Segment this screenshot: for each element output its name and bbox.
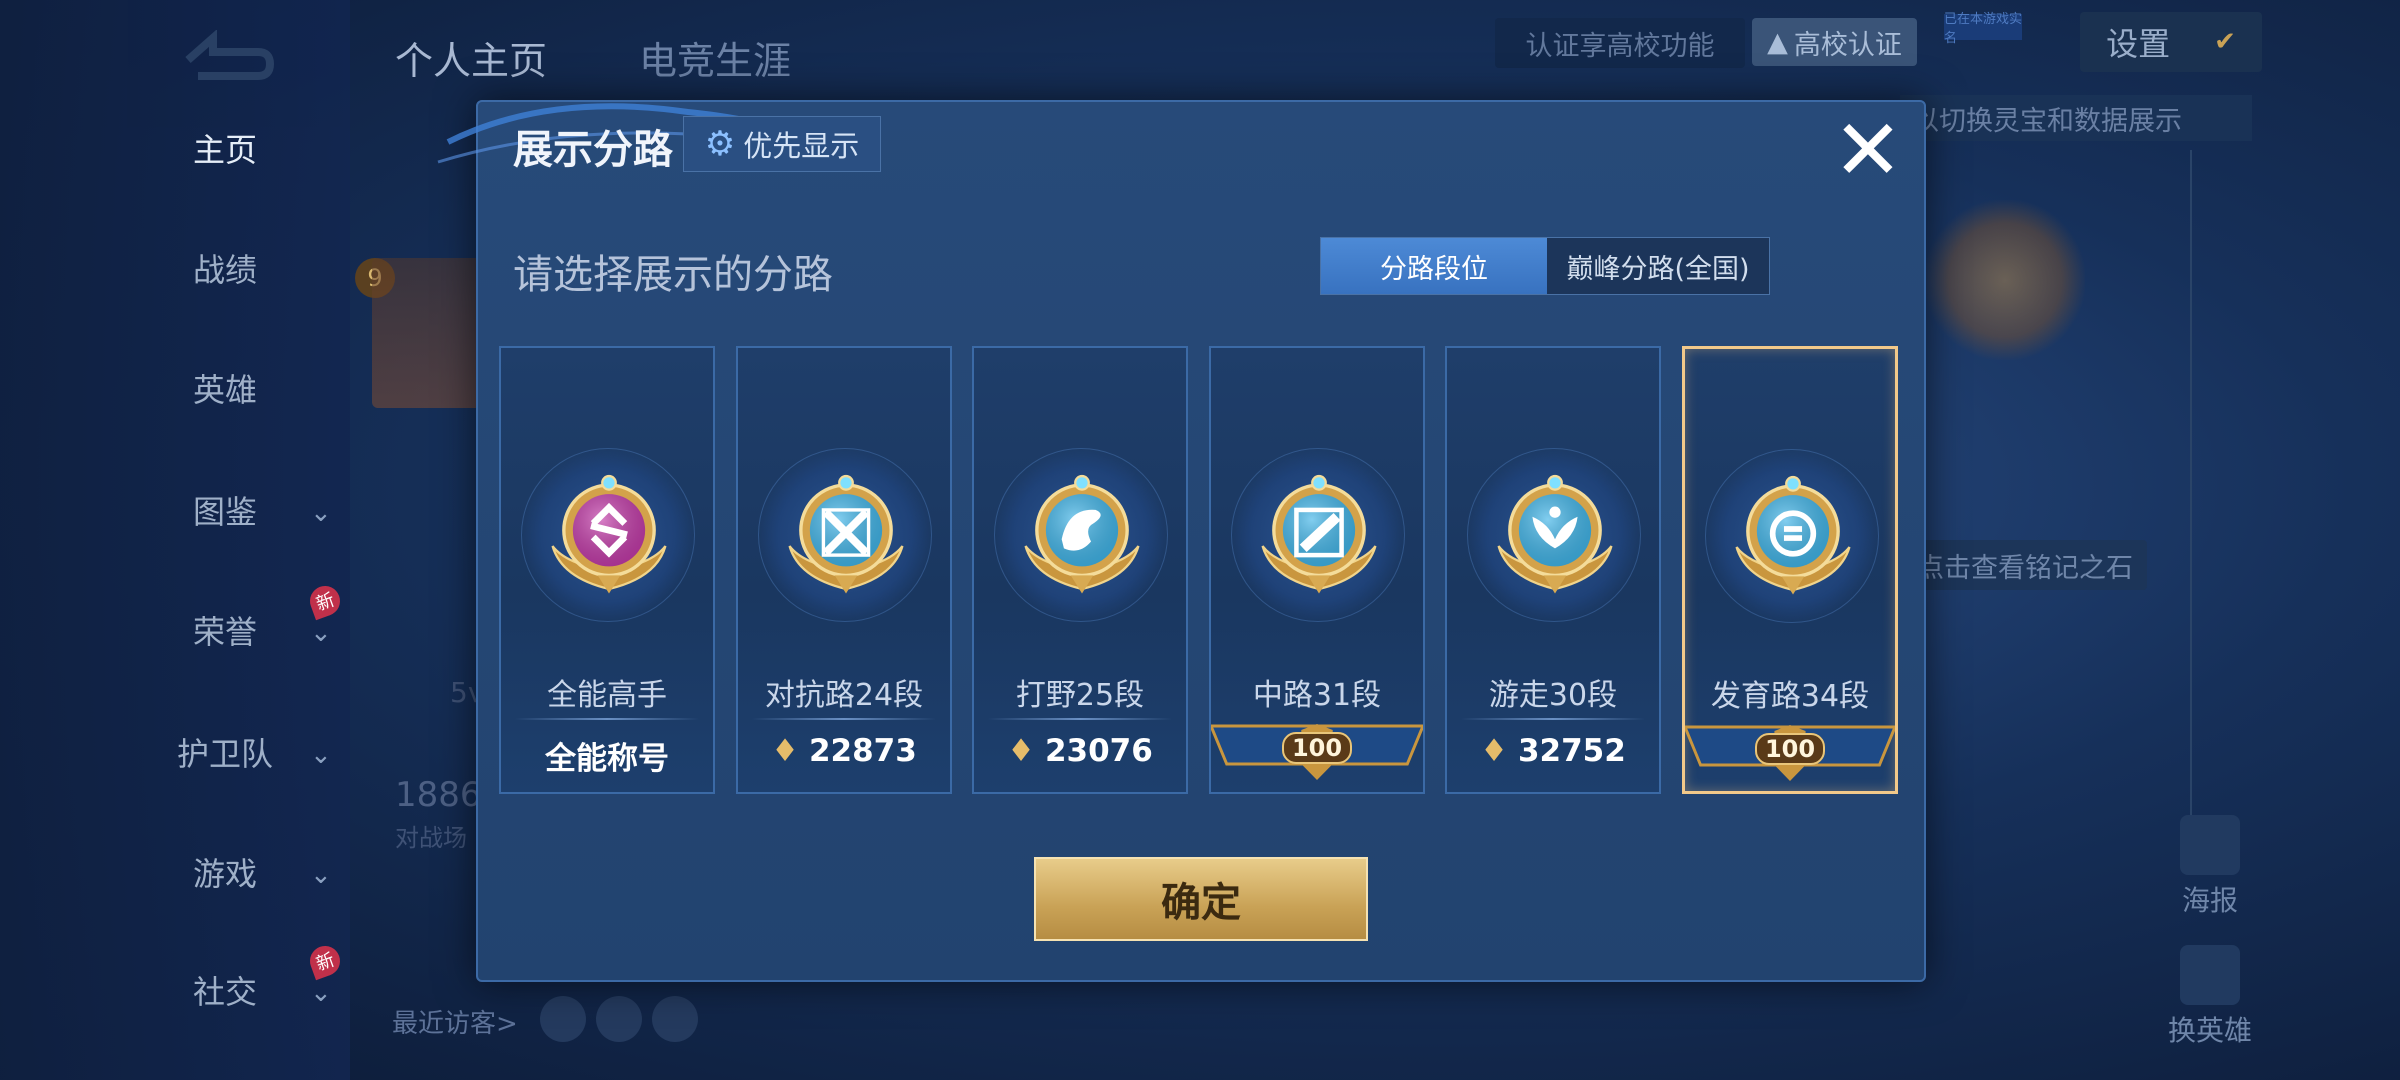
peak-points: ♦ 23076 (1007, 733, 1153, 769)
farm-lane-icon (1735, 475, 1851, 595)
dialog-prompt: 请选择展示的分路 (513, 252, 833, 298)
sidebar-item-label: 护卫队 (176, 735, 273, 773)
sidebar-item-1[interactable]: 战绩 (120, 238, 330, 298)
chevron-down-icon: ⌄ (310, 498, 332, 528)
display-mode-toggle: 分路段位 巅峰分路(全国) (1320, 237, 1770, 295)
divider (2190, 150, 2192, 870)
sidebar-item-7[interactable]: 社交 ⌄ 新 (120, 941, 345, 1020)
sidebar-item-label: 图鉴 (192, 493, 257, 531)
sidebar-item-5[interactable]: 护卫队 ⌄ (120, 722, 332, 782)
visitor-avatar[interactable] (652, 996, 698, 1042)
priority-display-button[interactable]: ⚙ 优先显示 (683, 116, 881, 172)
tab-profile[interactable]: 个人主页 (395, 30, 547, 85)
jungle-icon (1024, 474, 1140, 594)
visitor-avatar[interactable] (540, 996, 586, 1042)
switch-hero-button[interactable]: 换英雄 (2150, 945, 2270, 1049)
switch-hero-icon (2180, 945, 2240, 1005)
title-value: 全能称号 (545, 741, 669, 777)
recent-visitors-link[interactable]: 最近访客> (392, 1003, 518, 1040)
realname-badge: 已在本游戏实名 (1944, 12, 2023, 46)
school-hint: 认证享高校功能 (1495, 18, 1745, 68)
peak-points: ♦ 22873 (771, 733, 917, 769)
lane-card[interactable]: 打野25段 ♦ 23076 (972, 346, 1188, 794)
roam-icon (1497, 474, 1613, 594)
divider (515, 718, 699, 720)
rank-banner-value: 100 (1211, 732, 1423, 764)
score-sub: 对战场 (395, 824, 467, 852)
lane-name: 打野25段 (1015, 678, 1145, 713)
visitor-avatar[interactable] (596, 996, 642, 1042)
tab-lane-rank[interactable]: 分路段位 (1321, 238, 1547, 294)
sidebar-item-label: 英雄 (192, 371, 257, 409)
sidebar-item-6[interactable]: 游戏 ⌄ (120, 842, 332, 902)
lane-name: 全能高手 (547, 678, 667, 713)
divider (752, 718, 936, 720)
sidebar-item-label: 游戏 (192, 855, 257, 893)
switch-hint: 以切换灵宝和数据展示 (1900, 95, 2252, 141)
sidebar-item-label: 社交 (192, 973, 257, 1011)
chevron-down-icon: ⌄ (310, 618, 332, 648)
rank-banner-value: 100 (1685, 733, 1895, 765)
lane-card[interactable]: 发育路34段 100 (1682, 346, 1898, 794)
lane-name: 中路31段 (1252, 678, 1382, 713)
tab-esports-career[interactable]: 电竞生涯 (639, 30, 791, 85)
mid-lane-icon (1261, 474, 1377, 594)
all-round-icon (551, 474, 667, 594)
avatar[interactable] (372, 258, 482, 408)
clash-lane-icon (788, 474, 904, 594)
tab-peak-lane[interactable]: 巅峰分路(全国) (1547, 238, 1769, 294)
close-button[interactable]: ✕ (1830, 108, 1906, 192)
gear-icon: ⚙ (704, 124, 736, 164)
chevron-down-icon: ⌄ (310, 740, 332, 770)
lane-name: 游走30段 (1488, 678, 1618, 713)
sidebar-item-2[interactable]: 英雄 (120, 358, 330, 418)
divider (988, 718, 1172, 720)
peak-points-icon: ♦ (1007, 733, 1035, 769)
sidebar-item-0[interactable]: 主页 (120, 118, 330, 178)
lane-card[interactable]: 中路31段 100 (1209, 346, 1425, 794)
score-value: 1886 (395, 775, 482, 815)
sidebar-item-4[interactable]: 荣誉 ⌄ 新 (120, 581, 345, 660)
peak-points-icon: ♦ (1480, 733, 1508, 769)
check-icon: ✔ (2214, 27, 2236, 57)
school-icon: ▲ (1767, 26, 1788, 58)
chevron-down-icon: ⌄ (310, 978, 332, 1008)
sidebar-item-3[interactable]: 图鉴 ⌄ (120, 480, 332, 540)
chevron-down-icon: ⌄ (310, 860, 332, 890)
lane-name: 对抗路24段 (764, 678, 924, 713)
peak-points-icon: ♦ (771, 733, 799, 769)
sidebar-item-label: 主页 (192, 131, 257, 169)
sidebar-item-label: 荣誉 (192, 613, 257, 651)
dialog-title: 展示分路 (513, 127, 673, 173)
divider (1461, 718, 1645, 720)
lane-display-dialog: 展示分路 ⚙ 优先显示 ✕ 请选择展示的分路 分路段位 巅峰分路(全国) 全能高… (437, 100, 1926, 982)
settings-button[interactable]: 设置 ✔ (2080, 12, 2262, 72)
peak-points: ♦ 32752 (1480, 733, 1626, 769)
poster-icon (2180, 815, 2240, 875)
lane-card[interactable]: 全能高手 全能称号 (499, 346, 715, 794)
school-verify-button[interactable]: ▲ 高校认证 (1752, 18, 1917, 66)
inscription-stone-hint[interactable]: 点击查看铭记之石 (1905, 540, 2147, 590)
lane-card[interactable]: 对抗路24段 ♦ 22873 (736, 346, 952, 794)
poster-button[interactable]: 海报 (2150, 815, 2270, 919)
lane-name: 发育路34段 (1710, 679, 1870, 714)
back-icon[interactable] (178, 30, 278, 80)
sidebar-item-label: 战绩 (192, 251, 257, 289)
lane-card[interactable]: 游走30段 ♦ 32752 (1445, 346, 1661, 794)
confirm-button[interactable]: 确定 (1034, 857, 1368, 941)
emblem-glow (1925, 200, 2085, 360)
top-tabs: 个人主页 电竞生涯 (395, 30, 791, 85)
